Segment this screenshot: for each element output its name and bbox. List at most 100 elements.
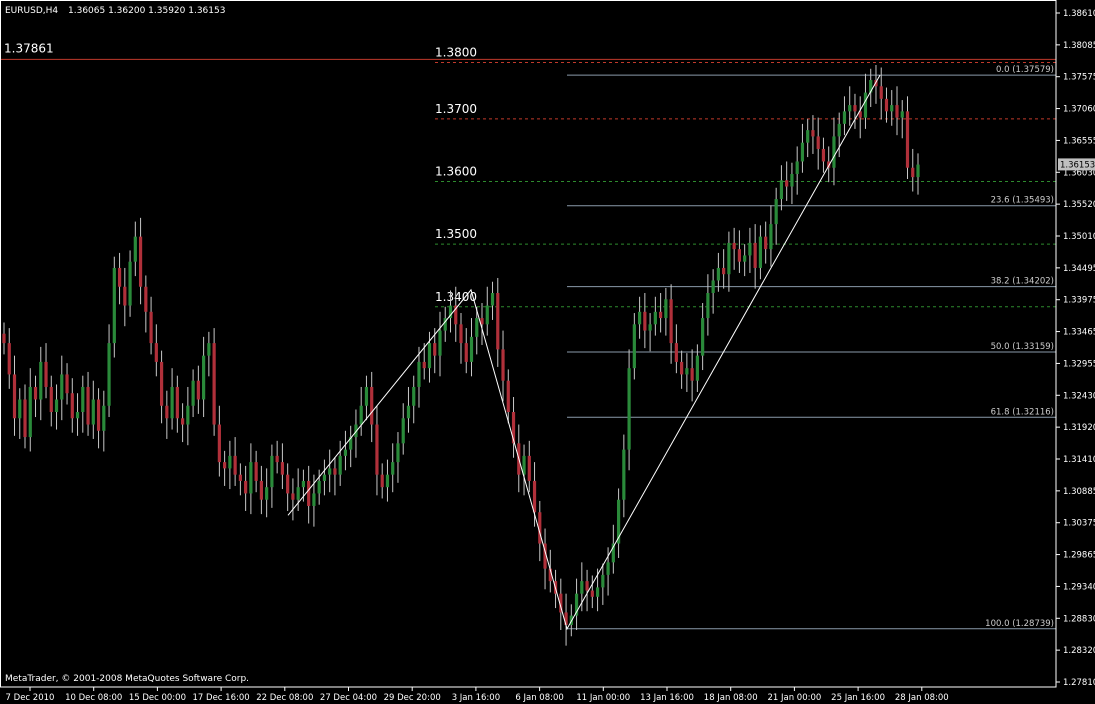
ohlc-label: 1.36065 1.36200 1.35920 1.36153 <box>68 6 225 16</box>
candle-body <box>70 393 74 419</box>
y-tick-label: 1.32430 <box>1063 391 1095 401</box>
candle-body <box>490 293 495 306</box>
y-tick-label: 1.28320 <box>1063 646 1095 656</box>
x-tick-label: 22 Dec 08:00 <box>256 693 313 703</box>
y-tick-label: 1.33975 <box>1063 296 1095 306</box>
candle-body <box>212 343 216 425</box>
x-tick-label: 7 Dec 2010 <box>6 693 55 703</box>
candle-body <box>12 374 17 419</box>
candle-body <box>254 462 258 481</box>
x-tick-label: 29 Dec 20:00 <box>384 693 441 703</box>
candle-body <box>438 330 442 356</box>
candle-body <box>107 343 111 406</box>
candle-body <box>842 111 847 124</box>
candle-body <box>170 386 174 419</box>
candle-body <box>86 386 90 425</box>
candle-body <box>758 236 763 268</box>
candle-body <box>795 161 799 174</box>
y-tick-label: 1.31410 <box>1063 455 1095 465</box>
x-tick-label: 27 Dec 04:00 <box>320 693 377 703</box>
candle-body <box>123 286 127 306</box>
candle-body <box>496 293 500 350</box>
candle-body <box>701 318 705 356</box>
candle-body <box>580 581 584 594</box>
candle-body <box>916 164 920 178</box>
y-tick-label: 1.33465 <box>1063 328 1095 338</box>
candle-body <box>44 361 48 387</box>
candle-body <box>884 98 889 112</box>
candle-body <box>727 242 731 275</box>
fib-level-label: 23.6 (1.35493) <box>991 196 1054 206</box>
candle-body <box>33 386 38 400</box>
candle-body <box>653 311 657 325</box>
candle-body <box>238 474 242 481</box>
price-chart[interactable]: 1.37861 1.38001.37001.36001.35001.3400 0.… <box>0 0 1095 704</box>
candle-body <box>900 111 904 118</box>
candle-body <box>464 343 468 362</box>
candle-body <box>732 242 736 250</box>
candle-body <box>659 311 663 319</box>
y-tick-label: 1.32955 <box>1063 359 1095 369</box>
candle-body <box>837 123 841 137</box>
candle-body <box>322 474 327 481</box>
candle-body <box>427 343 432 369</box>
candle-body <box>217 424 221 463</box>
y-tick-label: 1.30375 <box>1063 519 1095 529</box>
candle-body <box>422 361 426 369</box>
x-tick-label: 15 Dec 00:00 <box>129 693 186 703</box>
candle-body <box>485 305 489 325</box>
fib-level-label: 38.2 (1.34202) <box>991 277 1054 287</box>
candle-body <box>175 386 179 419</box>
candle-body <box>149 311 153 344</box>
x-tick-label: 13 Jan 16:00 <box>640 693 694 703</box>
fib-level-label: 100.0 (1.28739) <box>985 619 1054 629</box>
candle-body <box>632 324 636 369</box>
y-tick-label: 1.37575 <box>1063 73 1095 83</box>
candle-body <box>117 267 122 287</box>
candle-body <box>144 286 148 312</box>
symbol-label: EURUSD,H4 <box>5 6 58 16</box>
x-tick-label: 3 Jan 16:00 <box>452 693 500 703</box>
candle-body <box>911 167 915 178</box>
y-tick-label: 1.31920 <box>1063 423 1095 433</box>
candle-body <box>643 311 647 331</box>
candle-body <box>748 242 752 256</box>
candle-body <box>60 374 64 400</box>
candle-body <box>417 361 421 387</box>
x-tick-label: 17 Dec 16:00 <box>193 693 250 703</box>
candle-body <box>816 136 820 149</box>
candle-body <box>191 380 195 406</box>
candle-body <box>790 173 794 187</box>
candle-body <box>895 105 899 118</box>
candle-body <box>286 474 290 494</box>
candle-body <box>821 148 826 162</box>
candle-body <box>244 480 248 494</box>
x-tick-label: 6 Jan 08:00 <box>515 693 563 703</box>
candle-body <box>54 399 59 413</box>
candle-body <box>138 236 143 287</box>
candle-body <box>380 474 384 488</box>
candle-body <box>128 261 132 306</box>
candle-body <box>890 105 894 112</box>
candle-body <box>364 386 369 406</box>
candle-body <box>905 111 910 168</box>
candle-body <box>459 324 463 344</box>
y-tick-label: 1.29865 <box>1063 551 1095 561</box>
candle-body <box>832 136 836 168</box>
candle-body <box>853 105 857 112</box>
level-label: 1.3800 <box>435 45 477 59</box>
candle-body <box>406 405 411 419</box>
candle-body <box>165 405 169 419</box>
candle-body <box>207 343 211 356</box>
candle-body <box>595 587 600 597</box>
candle-body <box>338 455 342 475</box>
candle-body <box>280 462 285 475</box>
candle-body <box>433 343 437 356</box>
candle-body <box>375 424 379 475</box>
candle-body <box>391 462 395 475</box>
level-label: 1.3700 <box>435 102 477 116</box>
candle-body <box>65 374 69 394</box>
candle-body <box>764 236 768 250</box>
candle-body <box>743 255 747 262</box>
candle-body <box>159 361 164 406</box>
